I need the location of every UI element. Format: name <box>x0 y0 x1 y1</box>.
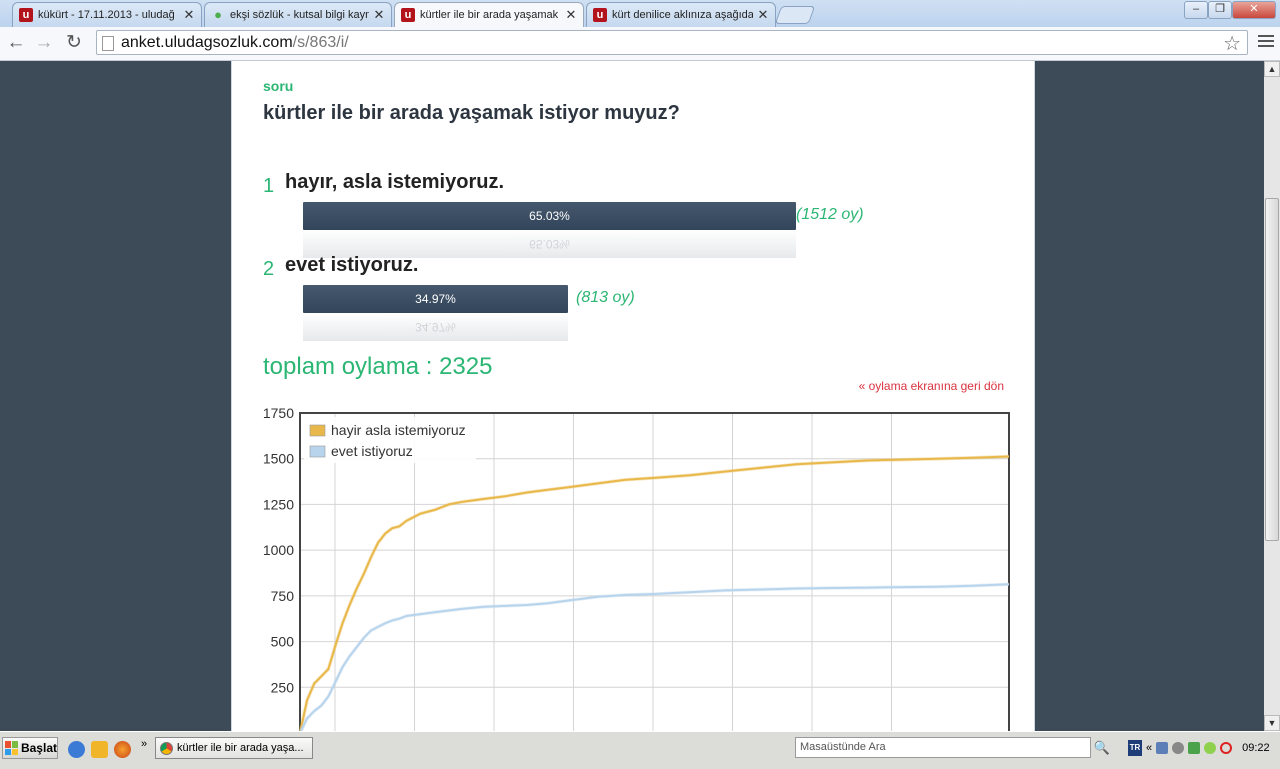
tab-eksi-sozluk[interactable]: ● ekşi sözlük - kutsal bilgi kayna ✕ <box>204 2 392 27</box>
security-icon[interactable] <box>1188 742 1201 754</box>
taskbar-chrome-window[interactable]: kürtler ile bir arada yaşa... <box>155 737 313 759</box>
new-tab-button[interactable] <box>774 6 816 24</box>
votes-line-chart: 250 500 750 1000 1250 1500 1750 hayir asla iste… <box>263 405 1010 731</box>
question-label: soru <box>263 78 294 94</box>
tab-close-icon[interactable]: ✕ <box>373 7 385 23</box>
vote-count: (1512 oy) <box>796 206 864 223</box>
infinity-icon[interactable] <box>1220 742 1233 754</box>
uludag-favicon-icon: u <box>401 8 415 22</box>
browser-tab-bar: u kükürt - 17.11.2013 - uludağ ✕ ● ekşi … <box>0 0 1280 27</box>
ie-icon[interactable] <box>68 741 85 758</box>
tab-kurtler-active[interactable]: u kürtler ile bir arada yaşamak ✕ <box>394 2 584 27</box>
option-text: evet istiyoruz. <box>285 254 419 276</box>
tab-label: ekşi sözlük - kutsal bilgi kayna <box>230 9 369 21</box>
address-bar[interactable]: anket.uludagsozluk.com/s/863/i/ ☆ <box>96 30 1248 55</box>
tray-expand-icon[interactable]: « <box>1146 742 1152 754</box>
tab-label: kürtler ile bir arada yaşamak <box>420 9 559 21</box>
y-tick-label: 1250 <box>263 496 294 512</box>
clock: 09:22 <box>1242 742 1270 754</box>
page-viewport: soru kürtler ile bir arada yaşamak istiy… <box>0 61 1264 731</box>
vertical-scrollbar[interactable]: ▲ ▼ <box>1264 61 1280 731</box>
result-bar: 65.03% <box>303 202 796 230</box>
browser-toolbar: ← → ↻ anket.uludagsozluk.com/s/863/i/ ☆ <box>0 27 1280 61</box>
y-tick-label: 1500 <box>263 451 294 467</box>
bookmark-star-icon[interactable]: ☆ <box>1223 31 1241 56</box>
tab-label: kükürt - 17.11.2013 - uludağ <box>38 9 175 21</box>
maximize-button[interactable]: ❐ <box>1208 1 1232 19</box>
forward-arrow-icon[interactable]: → <box>32 32 56 54</box>
scroll-up-icon[interactable]: ▲ <box>1264 61 1280 77</box>
system-tray: TR « 09:22 <box>1128 737 1278 759</box>
y-tick-label: 1750 <box>263 405 294 421</box>
url-text: anket.uludagsozluk.com/s/863/i/ <box>121 34 349 51</box>
scroll-down-icon[interactable]: ▼ <box>1264 715 1280 731</box>
windows-taskbar: Başlat » kürtler ile bir arada yaşa... M… <box>0 731 1280 769</box>
tab-close-icon[interactable]: ✕ <box>757 7 769 23</box>
result-bar: 34.97% <box>303 285 568 313</box>
y-tick-label: 750 <box>271 588 295 604</box>
back-arrow-icon[interactable]: ← <box>4 32 28 54</box>
question-title: kürtler ile bir arada yaşamak istiyor mu… <box>263 102 680 124</box>
drop-favicon-icon: ● <box>214 7 222 22</box>
start-label: Başlat <box>20 741 57 755</box>
quicklaunch-overflow-icon[interactable]: » <box>141 738 147 750</box>
clock-app-icon[interactable] <box>91 741 108 758</box>
total-votes: toplam oylama : 2325 <box>263 353 493 380</box>
minimize-button[interactable]: ‒ <box>1184 1 1208 19</box>
tab-label: kürt denilice aklınıza aşağıdak <box>612 9 753 21</box>
desktop-search-input[interactable]: Masaüstünde Ara <box>795 737 1091 758</box>
page-icon <box>102 36 114 51</box>
legend-label: evet istiyoruz <box>331 443 413 459</box>
close-window-button[interactable]: ✕ <box>1232 1 1276 19</box>
y-tick-label: 500 <box>271 634 295 650</box>
vote-count: (813 oy) <box>576 289 635 306</box>
legend-swatch <box>309 445 326 458</box>
tab-kurt-denilince[interactable]: u kürt denilice aklınıza aşağıdak ✕ <box>586 2 776 27</box>
chrome-icon <box>160 741 173 755</box>
menu-icon[interactable] <box>1258 35 1274 50</box>
tab-close-icon[interactable]: ✕ <box>183 7 195 23</box>
start-button[interactable]: Başlat <box>2 737 58 759</box>
legend-label: hayir asla istemiyoruz <box>331 422 466 438</box>
network-icon[interactable] <box>1156 742 1169 754</box>
messenger-icon[interactable] <box>1204 742 1217 754</box>
scroll-thumb[interactable] <box>1265 198 1279 541</box>
tab-close-icon[interactable]: ✕ <box>565 7 577 23</box>
uludag-favicon-icon: u <box>19 8 33 22</box>
legend-swatch <box>309 424 326 437</box>
reload-icon[interactable]: ↻ <box>62 32 86 54</box>
search-icon[interactable]: 🔍 <box>1091 737 1113 758</box>
result-bar-reflection: 34.97% <box>303 313 568 341</box>
option-text: hayır, asla istemiyoruz. <box>285 171 504 193</box>
back-to-voting-link[interactable]: « oylama ekranına geri dön <box>859 379 1004 393</box>
uludag-favicon-icon: u <box>593 8 607 22</box>
option-number: 1 <box>263 175 275 197</box>
tab-kukurt[interactable]: u kükürt - 17.11.2013 - uludağ ✕ <box>12 2 202 27</box>
option-number: 2 <box>263 258 275 280</box>
volume-icon[interactable] <box>1172 742 1185 754</box>
windows-logo-icon <box>5 741 18 755</box>
firefox-icon[interactable] <box>114 741 131 758</box>
y-tick-label: 250 <box>271 679 295 695</box>
poll-panel: soru kürtler ile bir arada yaşamak istiy… <box>231 61 1035 731</box>
y-tick-label: 1000 <box>263 542 294 558</box>
task-label: kürtler ile bir arada yaşa... <box>177 742 304 754</box>
language-indicator[interactable]: TR <box>1128 740 1142 756</box>
